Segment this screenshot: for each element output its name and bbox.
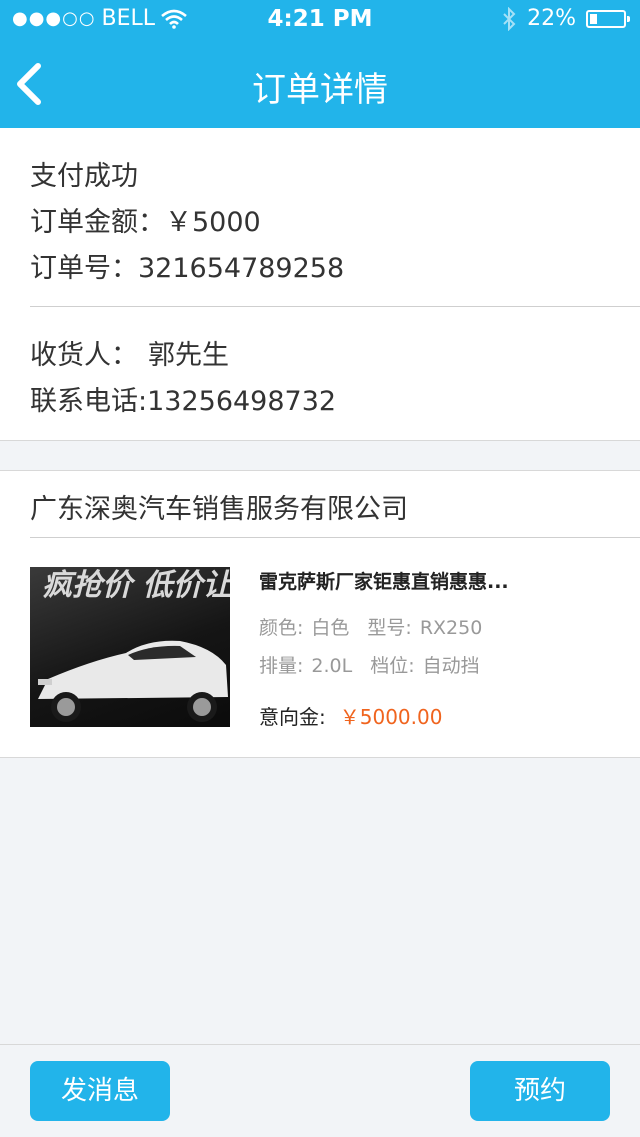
divider	[30, 537, 640, 538]
consignee-label: 收货人：	[30, 340, 138, 371]
displacement-label: 排量:	[259, 655, 304, 677]
battery-level	[590, 13, 597, 24]
order-amount-label: 订单金额：	[30, 207, 165, 238]
phone-value[interactable]: 13256498732	[147, 386, 336, 417]
bluetooth-icon	[503, 6, 516, 31]
consignee-name: 郭先生	[148, 340, 229, 371]
battery-icon	[586, 9, 630, 28]
model-label: 型号:	[367, 617, 412, 639]
battery-percent: 22%	[527, 6, 576, 31]
color-value: 白色	[311, 617, 350, 639]
model-value: RX250	[419, 617, 483, 639]
send-message-button[interactable]: 发消息	[30, 1061, 170, 1121]
banner-text: 疯抢价 低价让利	[42, 568, 230, 603]
phone-row: 联系电话:13256498732	[30, 379, 336, 418]
color-label: 颜色:	[259, 617, 304, 639]
order-number-label: 订单号：	[30, 253, 138, 284]
deposit-row: 意向金: ￥5000.00	[259, 701, 442, 730]
deposit-value: ￥5000.00	[339, 705, 443, 729]
order-amount-row: 订单金额：￥5000	[30, 200, 261, 239]
app-header: ●●●○○ BELL 4:21 PM 22% 订单详情	[0, 0, 640, 128]
deposit-label: 意向金:	[259, 705, 326, 729]
phone-label: 联系电话:	[30, 386, 148, 417]
product-card: 广东深奥汽车销售服务有限公司 疯抢价 低价让利 雷克萨斯厂家钜惠直销惠惠... …	[0, 470, 640, 758]
page-title: 订单详情	[252, 70, 388, 110]
order-number-value: 321654789258	[138, 253, 345, 284]
divider	[30, 306, 640, 307]
product-spec-row-2: 排量: 2.0L 档位: 自动挡	[259, 651, 488, 678]
product-title[interactable]: 雷克萨斯厂家钜惠直销惠惠...	[259, 567, 509, 594]
bottom-action-bar: 发消息 预约	[0, 1044, 640, 1137]
gear-value: 自动挡	[422, 655, 480, 677]
order-info-card: 支付成功 订单金额：￥5000 订单号：321654789258 收货人： 郭先生…	[0, 128, 640, 441]
product-spec-row-1: 颜色: 白色 型号: RX250	[259, 613, 490, 640]
consignee-row: 收货人： 郭先生	[30, 333, 229, 372]
status-bar: ●●●○○ BELL 4:21 PM 22%	[0, 0, 640, 40]
order-number-row: 订单号：321654789258	[30, 246, 344, 285]
displacement-value: 2.0L	[311, 655, 353, 677]
payment-status: 支付成功	[30, 161, 138, 192]
gear-label: 档位:	[370, 655, 415, 677]
car-image-art: 疯抢价 低价让利	[38, 568, 230, 722]
book-button[interactable]: 预约	[470, 1061, 610, 1121]
product-image[interactable]: 疯抢价 低价让利	[30, 567, 230, 727]
order-amount-value: ￥5000	[165, 207, 261, 238]
shop-name[interactable]: 广东深奥汽车销售服务有限公司	[30, 487, 408, 526]
